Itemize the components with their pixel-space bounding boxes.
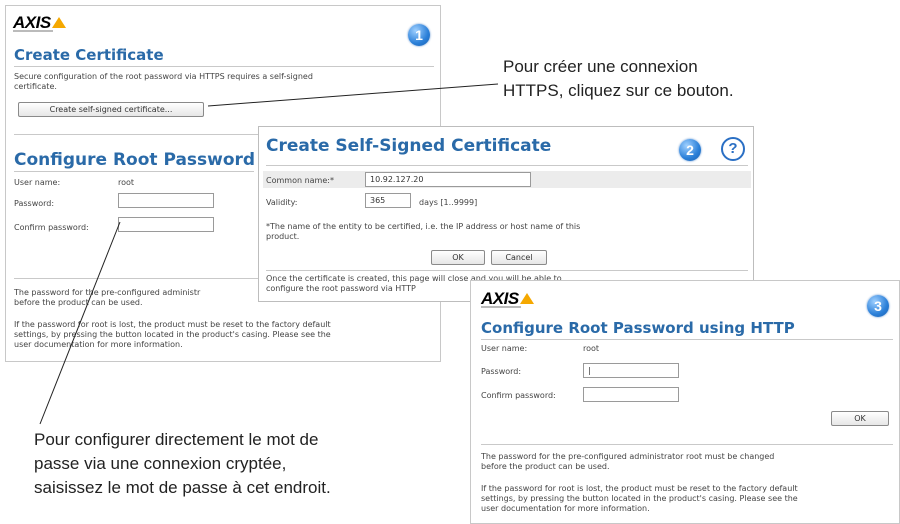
bottom-callout-leader (39, 221, 121, 425)
bottom-callout-line1: Pour configurer directement le mot de (34, 430, 319, 449)
bottom-callout: Pour configurer directement le mot de pa… (34, 428, 331, 500)
top-callout: Pour créer une connexion HTTPS, cliquez … (503, 55, 734, 103)
bottom-callout-line2: passe via une connexion cryptée, (34, 454, 287, 473)
top-callout-leader (207, 83, 499, 107)
bottom-callout-line3: saisissez le mot de passe à cet endroit. (34, 478, 331, 497)
top-callout-line2: HTTPS, cliquez sur ce bouton. (503, 81, 734, 100)
top-callout-line1: Pour créer une connexion (503, 57, 698, 76)
